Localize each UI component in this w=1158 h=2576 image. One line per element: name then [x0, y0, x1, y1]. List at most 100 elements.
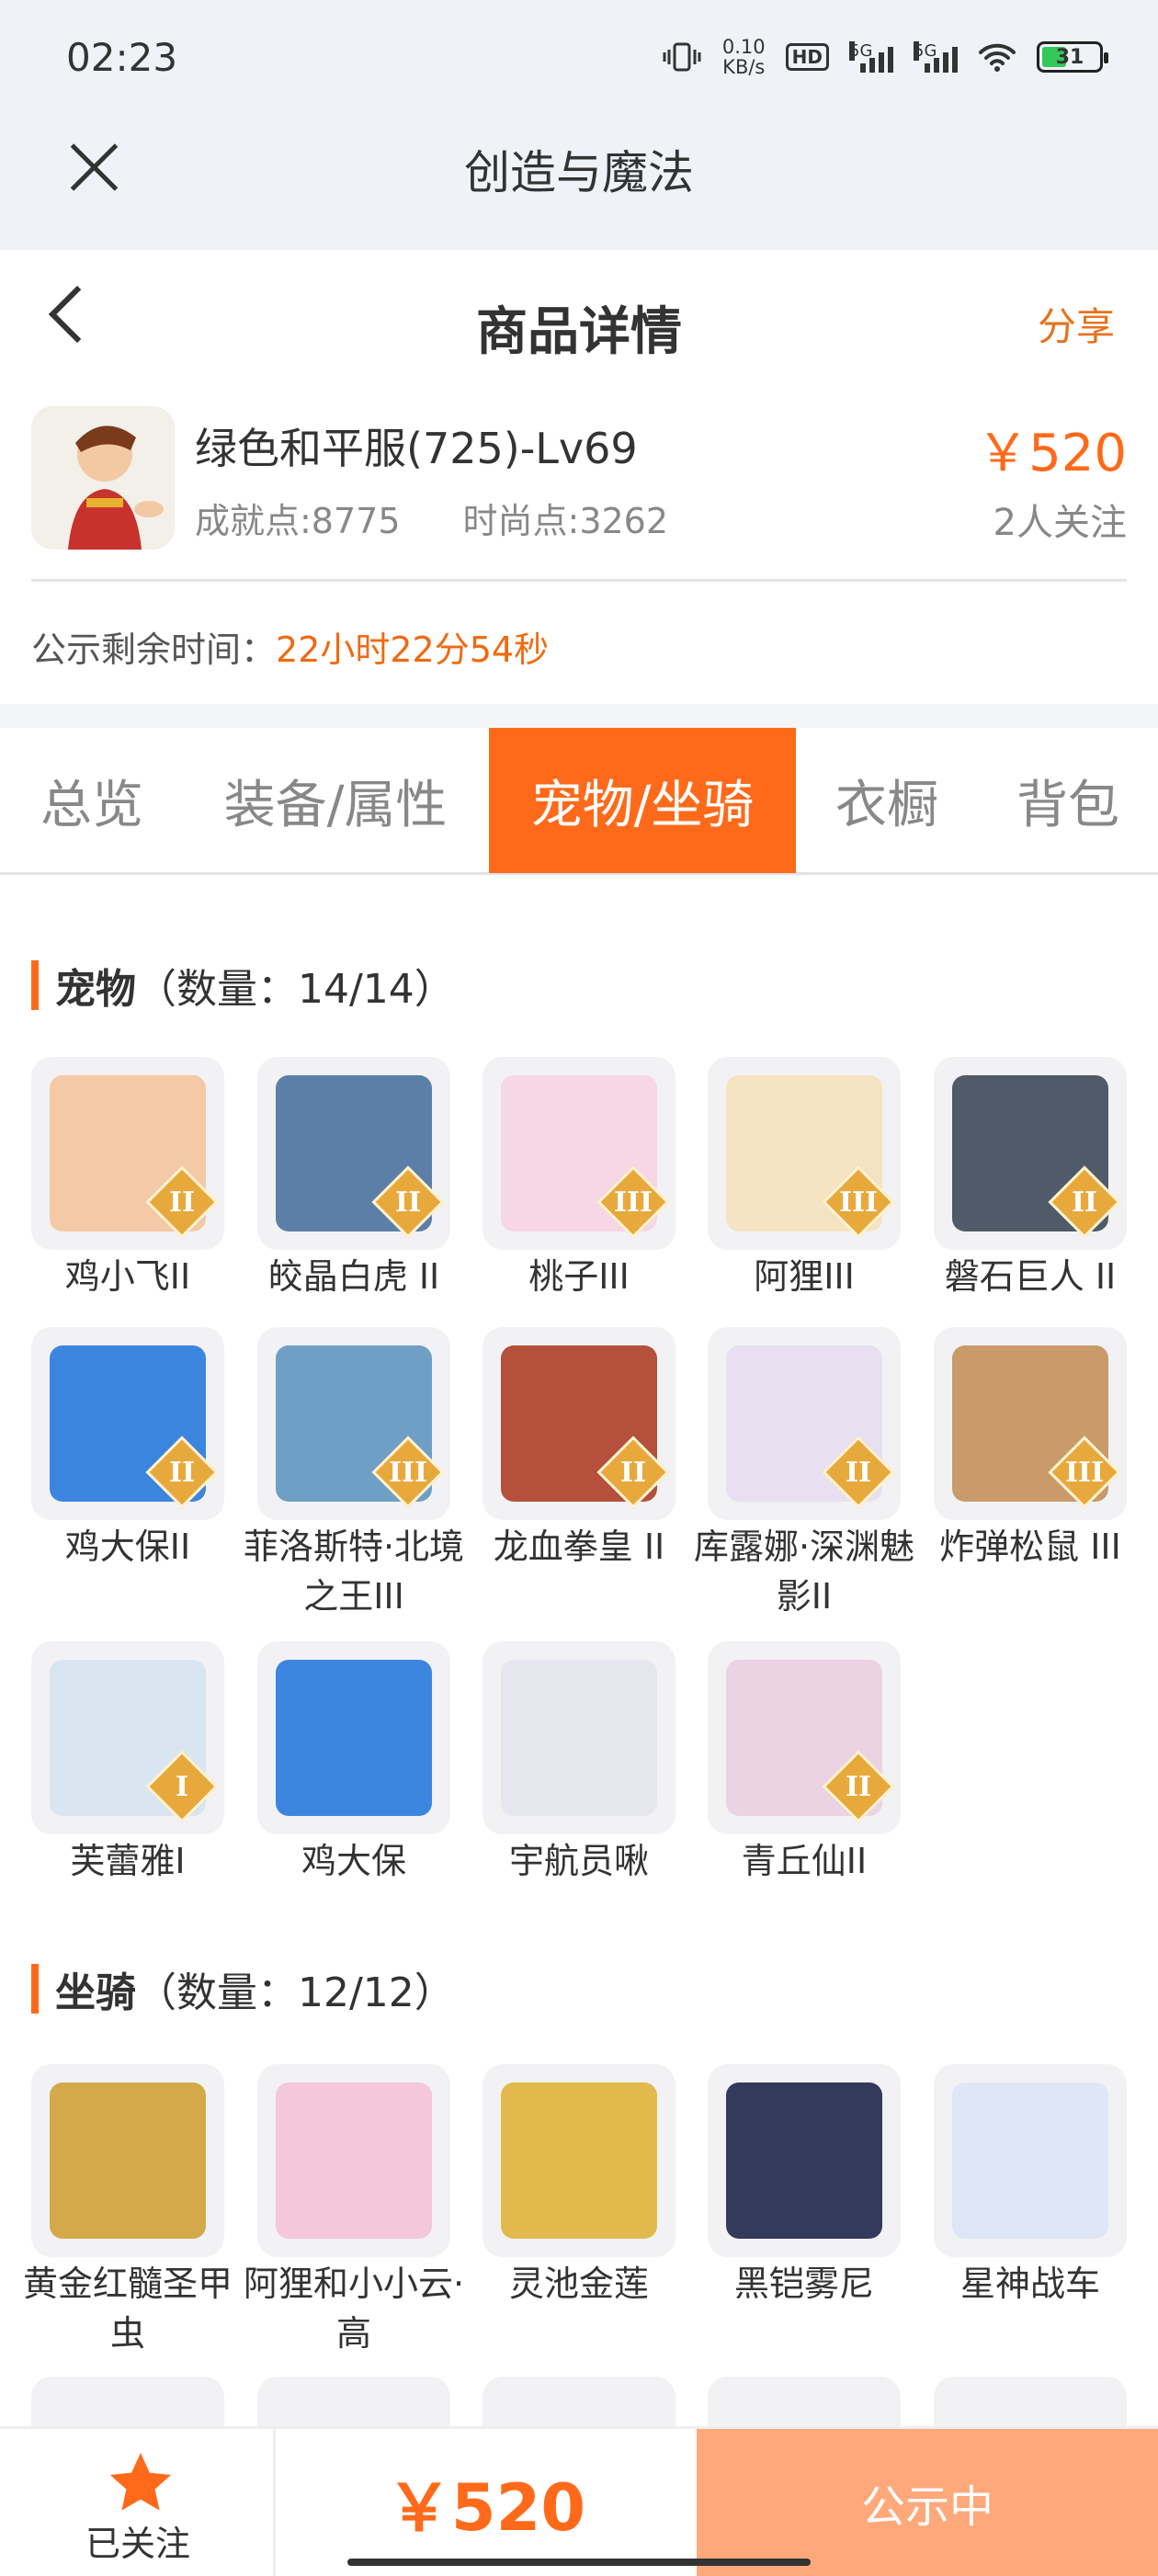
net-speed: 0.10 KB/s	[721, 36, 766, 78]
pet-name: 阿狸III	[754, 1256, 855, 1297]
pet-card[interactable]: II 库露娜·深渊魅影II	[694, 1327, 914, 1621]
tab-equipment[interactable]: 装备/属性	[202, 728, 469, 873]
mount-name: 阿狸和小小云·高	[243, 2264, 465, 2354]
pet-image	[501, 1660, 657, 1816]
pet-thumbnail: III	[257, 1327, 450, 1520]
tab-overview[interactable]: 总览	[0, 728, 184, 873]
pet-card[interactable]: 宇航员啾	[482, 1641, 676, 1886]
pet-name: 芙蕾雅I	[70, 1841, 186, 1881]
follow-button[interactable]: 已关注	[0, 2429, 276, 2576]
level-badge-label: I	[175, 1770, 189, 1803]
mount-image	[276, 2082, 432, 2239]
pet-thumbnail: III	[934, 1327, 1127, 1520]
pet-thumbnail: II	[31, 1057, 224, 1250]
mount-name: 灵池金莲	[508, 2264, 649, 2304]
pet-thumbnail: I	[31, 1641, 224, 1834]
pet-name: 鸡大保II	[64, 1526, 191, 1567]
pet-card[interactable]: III 炸弹松鼠 III	[934, 1327, 1127, 1572]
level-badge-label: II	[619, 1456, 647, 1489]
status-time: 02:23	[66, 35, 178, 80]
level-badge-label: II	[394, 1186, 422, 1219]
pet-name: 磐石巨人 II	[944, 1256, 1117, 1297]
level-badge-label: II	[1071, 1186, 1098, 1219]
wifi-icon	[979, 43, 1016, 72]
fashion-points: 时尚点:3262	[462, 501, 669, 541]
goods-price: ￥520	[977, 424, 1127, 483]
mount-card[interactable]: 星神战车	[934, 2064, 1127, 2309]
pet-card[interactable]: II 磐石巨人 II	[934, 1057, 1127, 1301]
goods-name: 绿色和平服(725)-Lv69	[195, 424, 638, 473]
level-badge-label: II	[845, 1456, 872, 1489]
level-badge-label: III	[388, 1456, 428, 1489]
pet-card[interactable]: II 龙血拳皇 II	[482, 1327, 676, 1572]
pet-thumbnail	[482, 1641, 676, 1834]
pet-name: 桃子III	[528, 1256, 630, 1297]
pet-thumbnail: II	[482, 1327, 676, 1520]
section-gap	[0, 704, 1158, 728]
level-badge-label: III	[613, 1186, 653, 1219]
share-button[interactable]: 分享	[1038, 296, 1115, 352]
pets-section-title: 宠物 （数量：14/14）	[31, 956, 455, 1015]
app-title: 创造与魔法	[464, 146, 694, 199]
follower-count: 2人关注	[993, 502, 1127, 544]
pet-thumbnail: II	[257, 1057, 450, 1250]
pet-thumbnail	[257, 1641, 450, 1834]
pet-card[interactable]: II 青丘仙II	[708, 1641, 901, 1886]
notice-countdown: 公示剩余时间：22小时22分54秒	[31, 630, 550, 670]
pet-card[interactable]: II 鸡大保II	[31, 1327, 224, 1572]
character-avatar	[31, 406, 175, 550]
level-badge-label: III	[1064, 1456, 1105, 1489]
pet-card[interactable]: III 桃子III	[482, 1057, 676, 1301]
mount-image	[50, 2082, 206, 2239]
pet-name: 龙血拳皇 II	[493, 1526, 665, 1567]
mount-thumbnail	[934, 2064, 1127, 2257]
mount-card[interactable]: 灵池金莲	[482, 2064, 676, 2309]
tab-backpack[interactable]: 背包	[993, 728, 1143, 873]
home-indicator	[347, 2559, 811, 2566]
follow-label: 已关注	[85, 2524, 190, 2564]
vibrate-icon	[663, 42, 701, 72]
signal-icon: 5G	[914, 41, 958, 73]
pet-name: 库露娜·深渊魅影II	[693, 1526, 915, 1617]
pet-card[interactable]: II 鸡小飞II	[31, 1057, 224, 1301]
bottom-price: ￥520	[386, 2469, 586, 2546]
countdown-time: 22小时22分54秒	[276, 630, 550, 670]
level-badge-label: II	[845, 1770, 872, 1803]
mount-image	[726, 2082, 882, 2239]
mount-name: 星神战车	[959, 2264, 1100, 2304]
pet-name: 炸弹松鼠 III	[939, 1526, 1121, 1567]
pet-thumbnail: II	[934, 1057, 1127, 1250]
hd-icon: HD	[785, 43, 829, 71]
pet-name: 宇航员啾	[508, 1841, 649, 1881]
tab-pets-mounts[interactable]: 宠物/坐骑	[489, 728, 796, 873]
achievement-points: 成就点:8775	[195, 501, 401, 541]
level-badge-label: III	[838, 1186, 879, 1219]
mount-thumbnail	[257, 2064, 450, 2257]
signal-icon: 5G	[849, 41, 893, 73]
pet-name: 鸡大保	[301, 1841, 406, 1881]
mounts-section-title: 坐骑 （数量：12/12）	[31, 1959, 455, 2018]
pet-card[interactable]: III 阿狸III	[708, 1057, 901, 1301]
status-icons: 0.10 KB/s HD 5G 5G 31	[662, 36, 1108, 78]
pet-thumbnail: III	[708, 1057, 901, 1250]
pet-name: 鸡小飞II	[64, 1256, 191, 1297]
mount-image	[952, 2082, 1108, 2239]
mount-card[interactable]: 阿狸和小小云·高	[244, 2064, 464, 2358]
mount-thumbnail	[482, 2064, 676, 2257]
public-notice-button[interactable]: 公示中	[697, 2429, 1158, 2576]
pet-card[interactable]: II 皎晶白虎 II	[257, 1057, 450, 1301]
pet-name: 青丘仙II	[741, 1841, 868, 1881]
page-title: 商品详情	[476, 302, 682, 362]
mount-thumbnail	[31, 2064, 224, 2257]
pet-card[interactable]: III 菲洛斯特·北境之王III	[244, 1327, 464, 1621]
battery-icon: 31	[1037, 41, 1108, 73]
mount-name: 黑铠雾尼	[733, 2264, 874, 2304]
pet-thumbnail: III	[482, 1057, 676, 1250]
tab-wardrobe[interactable]: 衣橱	[809, 728, 965, 873]
pet-card[interactable]: I 芙蕾雅I	[31, 1641, 224, 1886]
tab-bar: 总览 装备/属性 宠物/坐骑 衣橱 背包	[0, 728, 1158, 875]
pet-card[interactable]: 鸡大保	[257, 1641, 450, 1886]
mount-card[interactable]: 黑铠雾尼	[708, 2064, 901, 2309]
mount-name: 黄金红髓圣甲虫	[22, 2264, 233, 2354]
mount-card[interactable]: 黄金红髓圣甲虫	[23, 2064, 233, 2358]
